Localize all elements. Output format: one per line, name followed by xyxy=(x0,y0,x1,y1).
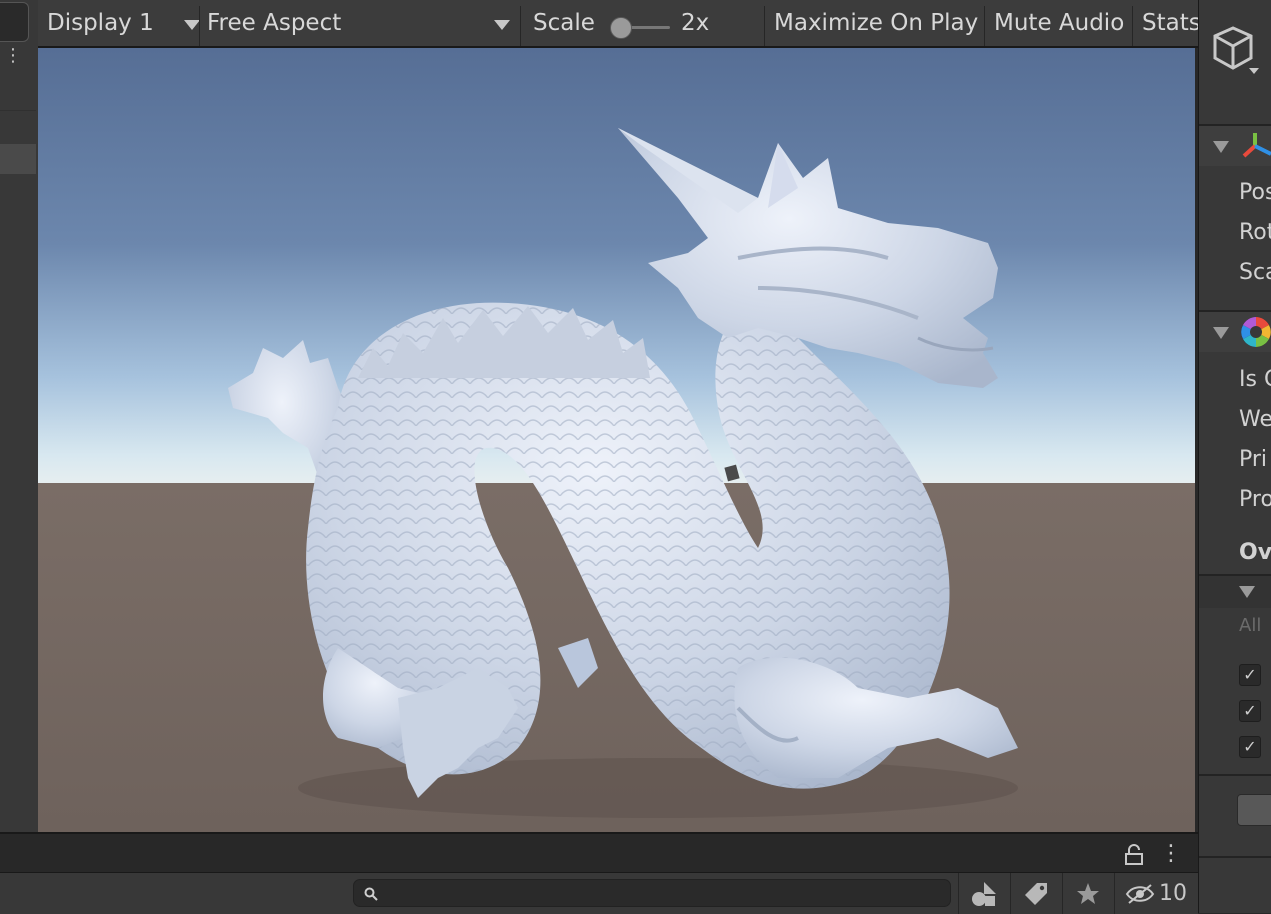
transform-icon xyxy=(1242,133,1271,158)
display-label: Display 1 xyxy=(47,10,154,36)
scale-label: Scale xyxy=(533,10,595,36)
stats-button[interactable]: Stats xyxy=(1142,0,1201,46)
tag-icon xyxy=(1025,882,1047,905)
foldout-triangle-icon[interactable] xyxy=(1213,327,1229,339)
override-checkbox[interactable]: ✓ xyxy=(1239,700,1261,722)
add-override-button[interactable] xyxy=(1237,794,1271,826)
left-panel-strip: ⋮ xyxy=(0,0,39,832)
priority-label: Pri xyxy=(1239,447,1268,472)
chevron-down-icon xyxy=(184,20,200,30)
search-input[interactable] xyxy=(353,879,951,907)
game-view-toolbar: Display 1 Free Aspect Scale 2x Maximize … xyxy=(38,0,1201,48)
eye-hidden-icon xyxy=(1125,883,1155,904)
inspector-panel: Pos Rot Sca Is G We Pri Pro Ove All ✓ ✓ … xyxy=(1198,0,1271,913)
is-global-label: Is G xyxy=(1239,367,1271,392)
kebab-icon[interactable]: ⋮ xyxy=(4,47,22,65)
foldout-triangle-icon[interactable] xyxy=(1239,586,1255,598)
favorites-button[interactable] xyxy=(1062,873,1113,914)
shapes-icon xyxy=(972,881,996,906)
aspect-label: Free Aspect xyxy=(207,10,342,36)
volume-icon xyxy=(1241,317,1271,347)
override-header[interactable] xyxy=(1199,576,1271,608)
weight-label: We xyxy=(1239,407,1271,432)
foldout-triangle-icon[interactable] xyxy=(1213,141,1229,153)
dragon-model xyxy=(228,128,1018,818)
scale-label: Sca xyxy=(1239,260,1271,285)
star-icon xyxy=(1077,882,1099,904)
scale-value: 2x xyxy=(681,10,710,36)
search-icon xyxy=(364,887,378,901)
filter-by-label-button[interactable] xyxy=(1010,873,1061,914)
override-checkbox[interactable]: ✓ xyxy=(1239,736,1261,758)
chevron-down-icon xyxy=(494,20,510,30)
lock-icon[interactable] xyxy=(1124,844,1144,866)
hidden-count: 10 xyxy=(1159,881,1187,906)
mute-audio-button[interactable]: Mute Audio xyxy=(994,0,1124,46)
hidden-packages-toggle[interactable]: 10 xyxy=(1114,873,1198,914)
divider xyxy=(0,110,36,111)
cube-icon[interactable] xyxy=(1213,24,1263,80)
game-viewport[interactable] xyxy=(38,48,1195,832)
filter-by-type-button[interactable] xyxy=(958,873,1009,914)
profile-label: Pro xyxy=(1239,487,1271,512)
override-checkbox[interactable]: ✓ xyxy=(1239,664,1261,686)
overrides-label: Ove xyxy=(1239,540,1271,565)
display-dropdown[interactable]: Display 1 xyxy=(47,0,200,46)
project-toolbar: 10 xyxy=(0,872,1198,914)
maximize-on-play-button[interactable]: Maximize On Play xyxy=(774,0,978,46)
kebab-icon[interactable]: ⋮ xyxy=(1160,838,1182,870)
all-toggle-label[interactable]: All xyxy=(1239,615,1261,636)
scale-slider-handle[interactable] xyxy=(610,17,632,39)
rotation-label: Rot xyxy=(1239,220,1271,245)
left-panel-tab[interactable] xyxy=(0,2,29,42)
selected-row[interactable] xyxy=(0,144,36,174)
bottom-panel-tabbar: ⋮ xyxy=(0,832,1198,874)
aspect-dropdown[interactable]: Free Aspect xyxy=(207,0,519,46)
position-label: Pos xyxy=(1239,180,1271,205)
